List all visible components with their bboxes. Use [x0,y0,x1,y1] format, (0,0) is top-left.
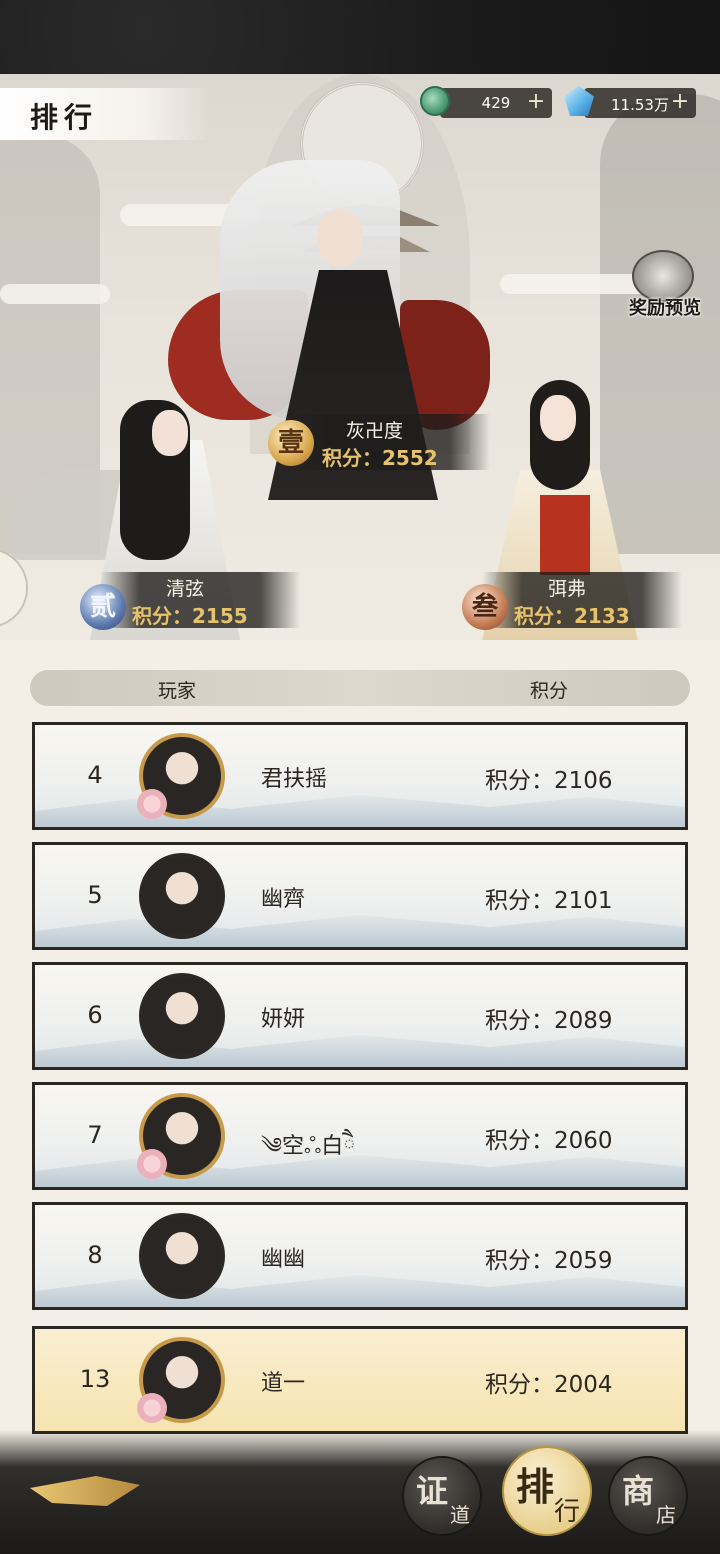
header-player: 玩家 [158,680,197,702]
podium-rank-2: 贰 清弦 积分：2155 [70,568,310,632]
table-row[interactable]: 5 幽齊 积分：2101 [32,842,688,950]
gold-medal-icon: 壹 [268,420,314,466]
player-name: 道一 [261,1371,306,1396]
self-rank-row[interactable]: 13 道一 积分：2004 [32,1326,688,1434]
nav-shop-button[interactable]: 商店 [608,1456,688,1536]
podium-score: 积分：2133 [514,604,630,628]
reward-preview-button[interactable]: 奖励预览 [620,250,710,320]
mountain-right [600,94,720,554]
player-avatar[interactable] [137,1093,225,1179]
table-row[interactable]: 7 ༄空ஃ白ཻ 积分：2060 [32,1082,688,1190]
flower-frame-icon [137,1393,167,1423]
nav-rank-button[interactable]: 排行 [502,1446,592,1536]
silver-medal-icon: 贰 [80,584,126,630]
table-row[interactable]: 8 幽幽 积分：2059 [32,1202,688,1310]
podium-score: 积分：2552 [322,446,438,470]
table-row[interactable]: 6 妍妍 积分：2089 [32,962,688,1070]
player-name: 君扶摇 [261,767,328,792]
row-rank: 4 [87,761,103,789]
player-name: ༄空ஃ白ཻ [261,1134,356,1159]
podium-name: 灰卍度 [346,420,404,442]
player-avatar[interactable] [139,853,225,939]
row-rank: 7 [87,1121,103,1149]
cloud [0,284,110,304]
player-avatar[interactable] [139,1213,225,1299]
player-avatar[interactable] [139,973,225,1059]
player-score: 积分：2004 [485,1372,613,1398]
nav-zhengdao-button[interactable]: 证道 [402,1456,482,1536]
row-rank: 5 [87,881,103,909]
player-avatar[interactable] [137,1337,225,1423]
player-score: 积分：2106 [485,768,613,794]
flower-frame-icon [137,789,167,819]
add-jade-button[interactable]: + [524,90,548,114]
status-bar-area [0,0,720,74]
player-score: 积分：2060 [485,1128,613,1154]
bronze-medal-icon: 叁 [462,584,508,630]
podium-score: 积分：2155 [132,604,248,628]
reward-preview-label: 奖励预览 [629,298,701,319]
podium-name: 弭弗 [548,578,587,600]
header-score: 积分 [530,680,569,702]
crystal-currency: 11.53万 + [584,88,696,118]
page-title: 排行 [30,101,99,134]
row-rank: 13 [79,1365,111,1393]
table-row[interactable]: 4 君扶摇 积分：2106 [32,722,688,830]
podium-rank-1: 壹 灰卍度 积分：2552 [260,410,500,474]
jade-token-icon [420,86,450,116]
podium-name: 清弦 [166,578,205,600]
player-name: 幽幽 [261,1247,306,1272]
player-name: 妍妍 [261,1007,306,1032]
player-score: 积分：2089 [485,1008,613,1034]
podium-rank-3: 叁 弭弗 积分：2133 [452,568,692,632]
table-header [30,670,690,706]
flower-frame-icon [137,1149,167,1179]
player-score: 积分：2101 [485,888,613,914]
player-score: 积分：2059 [485,1248,613,1274]
add-crystal-button[interactable]: + [668,90,692,114]
row-rank: 8 [87,1241,103,1269]
player-avatar[interactable] [137,733,225,819]
player-name: 幽齊 [261,887,306,912]
row-rank: 6 [87,1001,103,1029]
jade-currency: 429 + [440,88,552,118]
